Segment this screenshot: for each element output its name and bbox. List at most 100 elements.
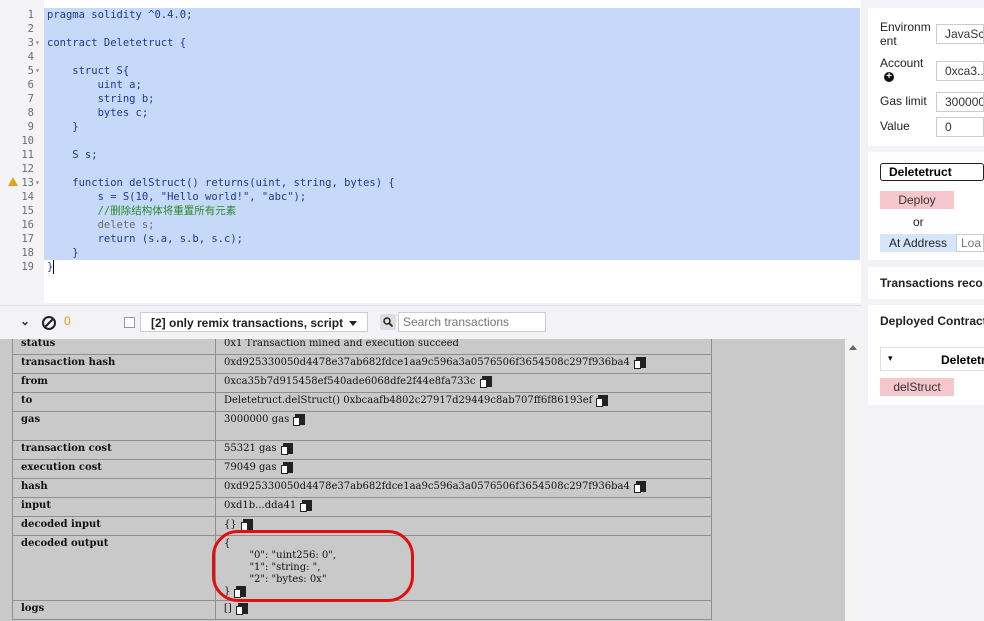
tx-value-cell: []: [215, 600, 712, 620]
code-line: 19}: [0, 260, 861, 274]
line-number: 16: [21, 219, 34, 231]
tx-key: status: [12, 339, 216, 355]
code-line: 9 }: [0, 120, 861, 134]
gas-limit-label: Gas limit: [880, 94, 927, 108]
line-number: 19: [21, 261, 34, 273]
account-select[interactable]: 0xca3...: [936, 61, 984, 81]
tx-key: from: [12, 373, 216, 393]
environment-card: Environm ent JavaSc Account + 0xca3... G…: [868, 8, 984, 146]
terminal-scrollbar[interactable]: [845, 339, 861, 621]
fold-toggle-icon[interactable]: ▾: [35, 64, 40, 78]
line-number: 4: [27, 51, 34, 63]
copy-icon[interactable]: [235, 603, 248, 615]
tx-row: from 0xca35b7d915458ef540ade6068dfe2f44e8…: [12, 373, 712, 393]
terminal-output: status 0x1 Transaction mined and executio…: [0, 339, 845, 621]
copy-icon[interactable]: [300, 500, 313, 512]
copy-icon[interactable]: [240, 519, 253, 531]
code-text: }: [47, 121, 79, 133]
line-number: 12: [21, 163, 34, 175]
line-number: 6: [27, 79, 34, 91]
scroll-up-icon[interactable]: [849, 345, 857, 350]
fold-toggle-icon[interactable]: ▾: [35, 176, 40, 190]
code-editor[interactable]: 1 pragma solidity ^0.4.0; 2 3 ▾ contract Dele…: [0, 0, 861, 303]
code-text: contract Deletetruct {: [47, 37, 187, 49]
code-text: struct S{: [47, 65, 130, 77]
line-number: 9: [27, 121, 34, 133]
code-line: 6 uint a;: [0, 78, 861, 92]
tx-value: 0xca35b7d915458ef540ade6068dfe2f44e8fa73…: [224, 376, 476, 387]
line-number: 17: [21, 233, 34, 245]
copy-icon[interactable]: [633, 357, 646, 369]
listen-network-checkbox[interactable]: [124, 317, 135, 328]
copy-icon[interactable]: [633, 481, 646, 493]
code-text: s = S(10, "Hello world!", "abc");: [47, 191, 307, 203]
at-address-button[interactable]: At Address: [880, 234, 956, 252]
tx-value: 0xd925330050d4478e37ab682fdce1aa9c596a3a…: [224, 481, 630, 492]
add-account-icon[interactable]: +: [884, 72, 894, 82]
text-cursor: [53, 260, 54, 274]
code-line: 5 ▾ struct S{: [0, 64, 861, 78]
code-line: 14 s = S(10, "Hello world!", "abc");: [0, 190, 861, 204]
fold-toggle-icon[interactable]: ▾: [35, 36, 40, 50]
tx-value: []: [224, 603, 232, 614]
load-address-input[interactable]: [956, 234, 984, 252]
environment-select[interactable]: JavaSc: [936, 24, 984, 44]
tx-value: 3000000 gas: [224, 414, 290, 425]
tx-value-cell: 0xca35b7d915458ef540ade6068dfe2f44e8fa73…: [215, 373, 712, 393]
code-text: function delStruct() returns(uint, strin…: [47, 177, 395, 189]
deployed-contracts-card: Deployed Contract ▾ Deletetr delStruct: [868, 305, 984, 405]
tx-key: to: [12, 392, 216, 412]
line-number: 10: [21, 135, 34, 147]
delstruct-button[interactable]: delStruct: [880, 378, 954, 396]
transactions-recorded-card[interactable]: Transactions reco: [868, 267, 984, 299]
tx-filter-dropdown[interactable]: [2] only remix transactions, script: [140, 312, 368, 332]
copy-icon[interactable]: [293, 414, 306, 426]
tx-key: hash: [12, 478, 216, 498]
tx-filter-label: [2] only remix transactions, script: [151, 316, 344, 330]
tx-key: execution cost: [12, 459, 216, 479]
value-input[interactable]: 0: [936, 117, 984, 137]
tx-key: gas: [12, 411, 216, 441]
copy-icon[interactable]: [280, 443, 293, 455]
contract-select[interactable]: Deletetruct: [880, 163, 984, 181]
collapse-terminal-icon[interactable]: ⌄: [20, 314, 30, 328]
line-number: 7: [27, 93, 34, 105]
tx-value: 79049 gas: [224, 462, 277, 473]
gas-limit-input[interactable]: 300000: [936, 92, 984, 112]
tx-row: gas 3000000 gas: [12, 411, 712, 441]
line-number: 1: [27, 9, 34, 21]
line-number: 15: [21, 205, 34, 217]
code-line: 17 return (s.a, s.b, s.c);: [0, 232, 861, 246]
code-text: }: [47, 247, 79, 259]
copy-icon[interactable]: [596, 395, 609, 407]
tx-key: decoded input: [12, 516, 216, 536]
search-icon: [380, 314, 396, 330]
copy-icon[interactable]: [479, 376, 492, 388]
tx-value-cell: 0xd1b...dda41: [215, 497, 712, 517]
deploy-button[interactable]: Deploy: [880, 191, 954, 209]
tx-key: input: [12, 497, 216, 517]
search-transactions-input[interactable]: [398, 312, 546, 332]
code-text: string b;: [47, 93, 155, 105]
copy-icon[interactable]: [280, 462, 293, 474]
code-text: return (s.a, s.b, s.c);: [47, 233, 243, 245]
line-number: 5: [27, 65, 34, 77]
annotation-circle: [212, 530, 414, 602]
or-label: or: [913, 215, 924, 229]
contract-instance-name: Deletetr: [941, 353, 984, 367]
warning-icon[interactable]: [8, 177, 18, 186]
code-text: delete s;: [47, 219, 155, 231]
tx-value-cell: 0xd925330050d4478e37ab682fdce1aa9c596a3a…: [215, 354, 712, 374]
code-line: 15 //删除结构体将重置所有元素: [0, 204, 861, 218]
code-line: 3 ▾ contract Deletetruct {: [0, 36, 861, 50]
terminal-toolbar: ⌄ 0 [2] only remix transactions, script: [0, 305, 861, 339]
contract-instance-header[interactable]: ▾ Deletetr: [880, 347, 984, 371]
value-label: Value: [880, 119, 910, 133]
code-line: 16 delete s;: [0, 218, 861, 232]
tx-value-cell: 79049 gas: [215, 459, 712, 479]
line-number: 14: [21, 191, 34, 203]
line-number: 8: [27, 107, 34, 119]
clear-console-icon[interactable]: [42, 316, 56, 330]
chevron-down-icon: [349, 321, 357, 326]
tx-key: logs: [12, 600, 216, 620]
